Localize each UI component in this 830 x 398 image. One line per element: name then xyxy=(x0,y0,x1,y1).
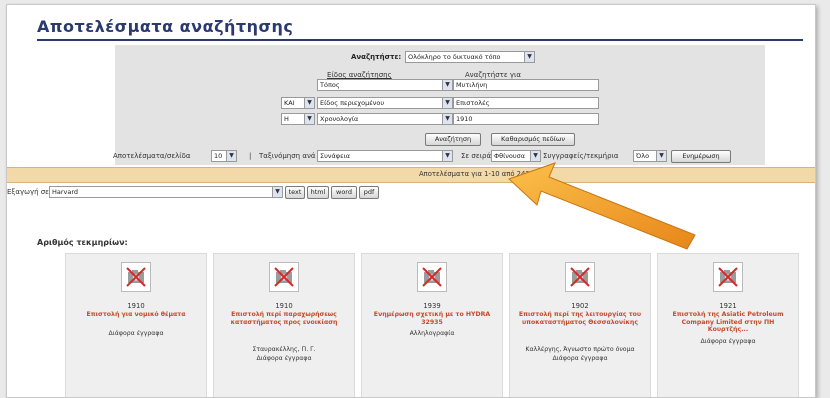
separator: | xyxy=(249,152,252,160)
result-title-link[interactable]: Επιστολή για νομικό θέματα xyxy=(74,311,198,319)
chevron-down-icon: ▼ xyxy=(272,187,282,197)
no-image-icon xyxy=(269,262,299,292)
result-category: Διάφορα έγγραφα xyxy=(700,338,756,345)
chevron-down-icon: ▼ xyxy=(442,114,452,124)
search-button[interactable]: Αναζήτηση xyxy=(425,133,481,146)
result-card[interactable]: 1902 Επιστολή περί της λειτουργίας του υ… xyxy=(509,253,651,397)
result-category: Αλληλογραφία xyxy=(409,330,455,337)
chevron-down-icon: ▼ xyxy=(524,52,534,62)
result-year: 1921 xyxy=(719,302,737,310)
result-card[interactable]: 1910 Επιστολή για νομικό θέματα Διάφορα … xyxy=(65,253,207,397)
chevron-down-icon: ▼ xyxy=(442,98,452,108)
field-select-3[interactable]: Χρονολογία ▼ xyxy=(317,113,453,125)
result-title-link[interactable]: Επιστολή της Asiatic Petroleum Company L… xyxy=(666,311,790,334)
result-year: 1939 xyxy=(423,302,441,310)
per-page-label: Αποτελέσματα/σελίδα xyxy=(113,152,191,160)
no-image-icon xyxy=(713,262,743,292)
result-year: 1910 xyxy=(275,302,293,310)
export-pdf-button[interactable]: pdf xyxy=(359,186,379,199)
chevron-down-icon: ▼ xyxy=(442,80,452,90)
chevron-down-icon: ▼ xyxy=(226,151,236,161)
result-category: Διάφορα έγγραφα xyxy=(256,355,312,362)
result-creator: Καλλέργης, Άγνωστο πρώτο όνομα xyxy=(525,346,635,353)
export-label: Εξαγωγή σε: xyxy=(7,188,52,196)
search-term-2[interactable]: Επιστολές xyxy=(453,97,599,109)
export-format-select[interactable]: Harvard ▼ xyxy=(49,186,283,198)
search-type-label: Είδος αναζήτησης xyxy=(327,71,392,79)
field-select-2[interactable]: Είδος περιεχομένου ▼ xyxy=(317,97,453,109)
annotation-arrow-icon xyxy=(508,162,696,250)
result-year: 1902 xyxy=(571,302,589,310)
search-term-3[interactable]: 1910 xyxy=(453,113,599,125)
export-text-button[interactable]: text xyxy=(285,186,305,199)
per-page-select[interactable]: 10 ▼ xyxy=(211,150,237,162)
clear-fields-button[interactable]: Καθαρισμός πεδίων xyxy=(491,133,575,146)
export-word-button[interactable]: word xyxy=(331,186,357,199)
result-title-link[interactable]: Επιστολή περί παραχωρήσεως καταστήματος … xyxy=(222,311,346,326)
result-title-link[interactable]: Επιστολή περί της λειτουργίας του υποκατ… xyxy=(518,311,642,326)
title-divider xyxy=(37,39,803,41)
chevron-down-icon: ▼ xyxy=(304,98,314,108)
section-heading: Αριθμός τεκμηρίων: xyxy=(37,238,128,247)
search-term-1[interactable]: Μυτιλήνη xyxy=(453,79,599,91)
field-select-1[interactable]: Τόπος ▼ xyxy=(317,79,453,91)
order-label: Σε σειρά xyxy=(461,152,492,160)
no-image-icon xyxy=(417,262,447,292)
export-html-button[interactable]: html xyxy=(307,186,329,199)
result-category: Διάφορα έγγραφα xyxy=(552,355,608,362)
operator-select-3[interactable]: Η ▼ xyxy=(281,113,315,125)
chevron-down-icon: ▼ xyxy=(442,151,452,161)
search-for-label: Αναζητήστε για xyxy=(465,71,521,79)
no-image-icon xyxy=(565,262,595,292)
result-year: 1910 xyxy=(127,302,145,310)
result-card[interactable]: 1921 Επιστολή της Asiatic Petroleum Comp… xyxy=(657,253,799,397)
page-title: Αποτελέσματα αναζήτησης xyxy=(37,17,294,36)
sort-select[interactable]: Συνάφεια ▼ xyxy=(317,150,453,162)
result-creator: Σταυρακέλλης, Π. Γ. xyxy=(252,346,316,353)
result-card[interactable]: 1939 Ενημέρωση σχετική με το HYDRA 32935… xyxy=(361,253,503,397)
advanced-search-panel: Αναζητήστε: Ολόκληρο το δικτυακό τόπο ▼ Ε… xyxy=(113,45,765,165)
result-card[interactable]: 1910 Επιστολή περί παραχωρήσεως καταστήμ… xyxy=(213,253,355,397)
no-image-icon xyxy=(121,262,151,292)
chevron-down-icon: ▼ xyxy=(304,114,314,124)
search-in-label: Αναζητήστε: xyxy=(351,53,402,61)
search-in-select[interactable]: Ολόκληρο το δικτυακό τόπο ▼ xyxy=(405,51,535,63)
result-title-link[interactable]: Ενημέρωση σχετική με το HYDRA 32935 xyxy=(370,311,494,326)
sort-label: Ταξινόμηση ανά xyxy=(259,152,316,160)
results-page: Αποτελέσματα αναζήτησης Αναζητήστε: Ολόκ… xyxy=(6,4,816,398)
operator-select-2[interactable]: ΚΑΙ ▼ xyxy=(281,97,315,109)
result-category: Διάφορα έγγραφα xyxy=(108,330,164,337)
